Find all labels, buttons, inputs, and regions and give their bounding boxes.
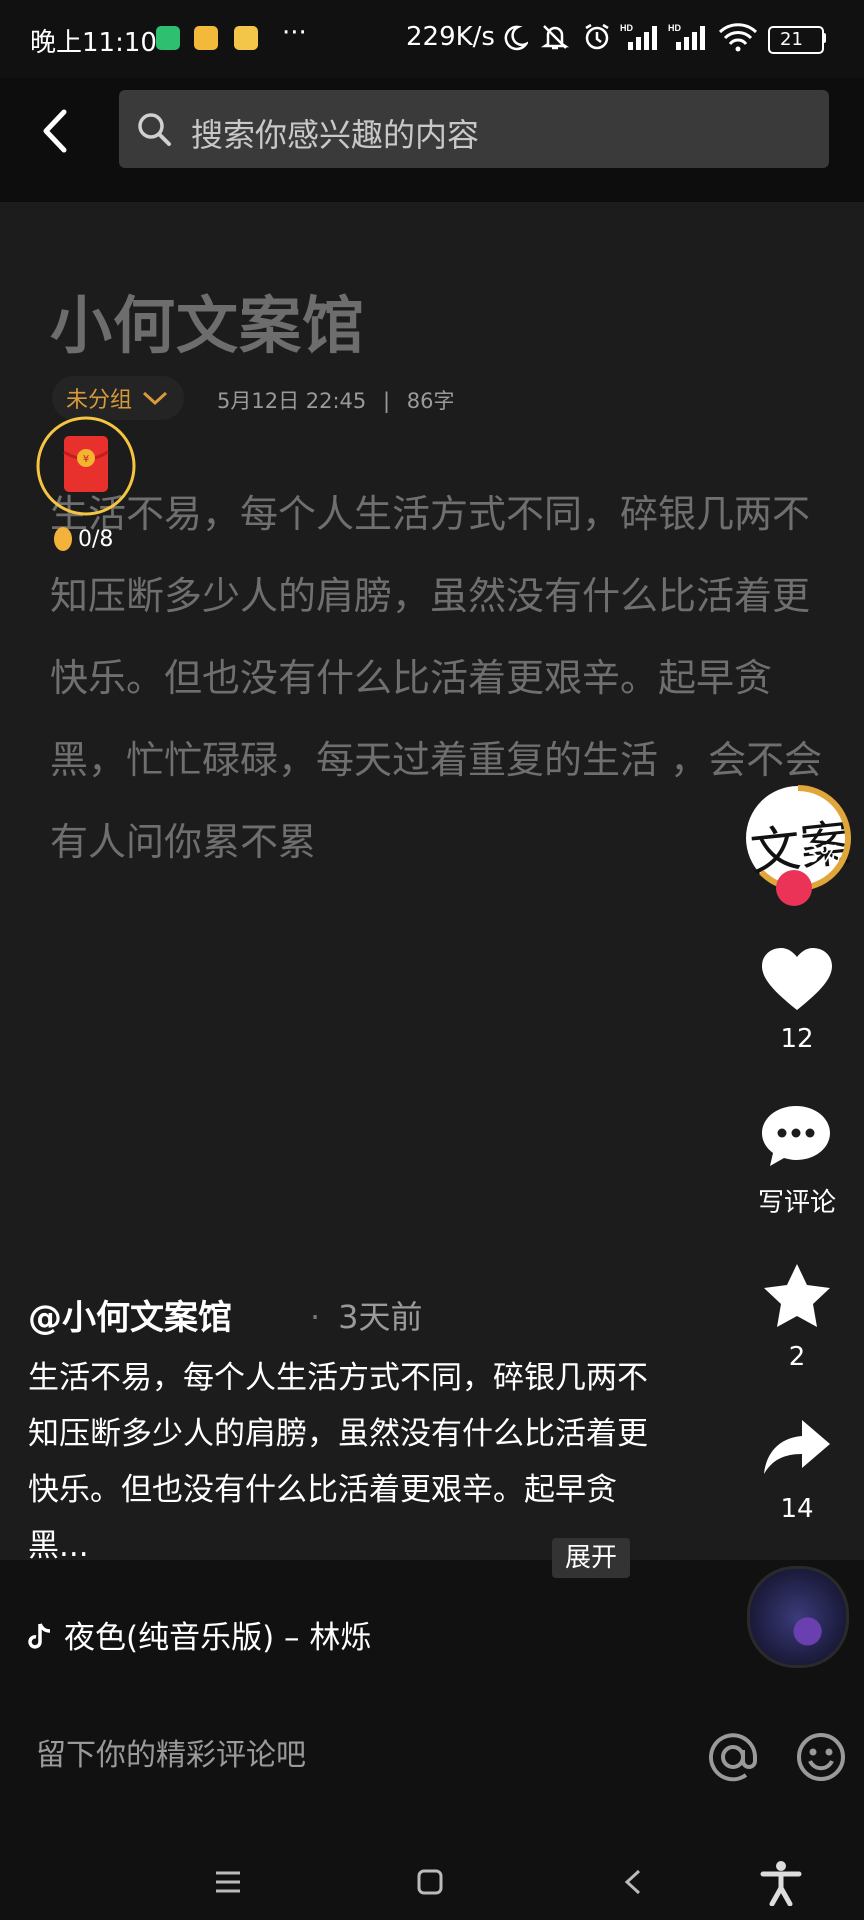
moon-icon: [504, 25, 528, 51]
group-label: 未分组: [66, 388, 133, 413]
search-input[interactable]: 搜索你感兴趣的内容: [119, 90, 829, 168]
author-name[interactable]: @小何文案馆: [28, 1290, 232, 1339]
red-packet-counter: 0/8: [52, 526, 113, 552]
battery-cap: [822, 33, 826, 43]
svg-text:HD: HD: [668, 23, 681, 33]
battery-level: 21: [780, 29, 803, 50]
signal-icon: HD: [620, 23, 657, 50]
music-title: 夜色(纯音乐版) – 林烁: [64, 1620, 372, 1656]
music-note-icon: [28, 1623, 51, 1649]
note-meta: 5月12日 22:45 | 86字: [217, 385, 454, 415]
home-icon[interactable]: [416, 1868, 444, 1896]
music-info[interactable]: 夜色(纯音乐版) – 林烁: [28, 1612, 371, 1657]
comment-input[interactable]: 留下你的精彩评论吧: [36, 1730, 306, 1774]
accessibility-icon[interactable]: [760, 1860, 802, 1906]
emoji-button[interactable]: [794, 1730, 848, 1784]
at-mention-button[interactable]: [706, 1730, 760, 1784]
signal-icon: HD: [668, 23, 705, 50]
battery-icon: 21: [768, 26, 824, 54]
post-time: · 3天前: [310, 1292, 423, 1338]
share-button[interactable]: [762, 1418, 832, 1476]
like-count: 12: [780, 1024, 814, 1054]
svg-text:HD: HD: [620, 23, 633, 33]
note-date: 5月12日 22:45: [217, 389, 367, 413]
wifi-icon: [718, 23, 758, 52]
like-button[interactable]: [760, 946, 834, 1012]
menu-icon[interactable]: [214, 1870, 242, 1894]
vpn-shield-icon: [156, 26, 180, 50]
coin-icon: [54, 527, 72, 551]
red-packet-count: 0/8: [78, 526, 114, 552]
svg-text:¥: ¥: [83, 454, 89, 465]
status-time: 晚上11:10: [30, 28, 157, 58]
system-nav-bar: [0, 1830, 864, 1920]
alarm-icon: [585, 23, 609, 50]
red-packet-widget[interactable]: ¥: [32, 412, 140, 520]
search-placeholder: 搜索你感兴趣的内容: [191, 116, 480, 154]
more-icon: ···: [282, 18, 307, 48]
app-icon: [234, 26, 258, 50]
bell-off-icon: [540, 25, 570, 50]
status-bar: 晚上11:10 ··· 229K/s HD HD 21: [0, 0, 864, 78]
note-body: 生活不易，每个人生活方式不同，碎银几两不知压断多少人的肩膀，虽然没有什么比活着更…: [50, 492, 823, 864]
app-icon: [194, 26, 218, 50]
favorite-count: 2: [788, 1342, 806, 1372]
time-dot: ·: [310, 1298, 321, 1336]
favorite-button[interactable]: [762, 1262, 832, 1330]
share-count: 14: [780, 1494, 814, 1524]
comment-button[interactable]: [760, 1102, 832, 1170]
network-speed: 229K/s: [406, 22, 495, 52]
album-disc[interactable]: [747, 1566, 849, 1668]
expand-button[interactable]: 展开: [552, 1538, 630, 1578]
word-count: 86字: [406, 389, 455, 413]
time-ago-text: 3天前: [338, 1298, 423, 1336]
follow-button[interactable]: [776, 870, 812, 906]
back-button[interactable]: [36, 108, 76, 154]
back-nav-icon[interactable]: [622, 1868, 644, 1896]
page-title: 小何文案馆: [50, 289, 366, 362]
progress-ring-icon: ¥: [36, 416, 136, 516]
comment-label: 写评论: [757, 1188, 836, 1218]
meta-separator: |: [382, 389, 391, 413]
chevron-down-icon: [143, 391, 168, 406]
avatar-progress: 63%: [790, 842, 842, 868]
search-icon: [138, 113, 171, 146]
